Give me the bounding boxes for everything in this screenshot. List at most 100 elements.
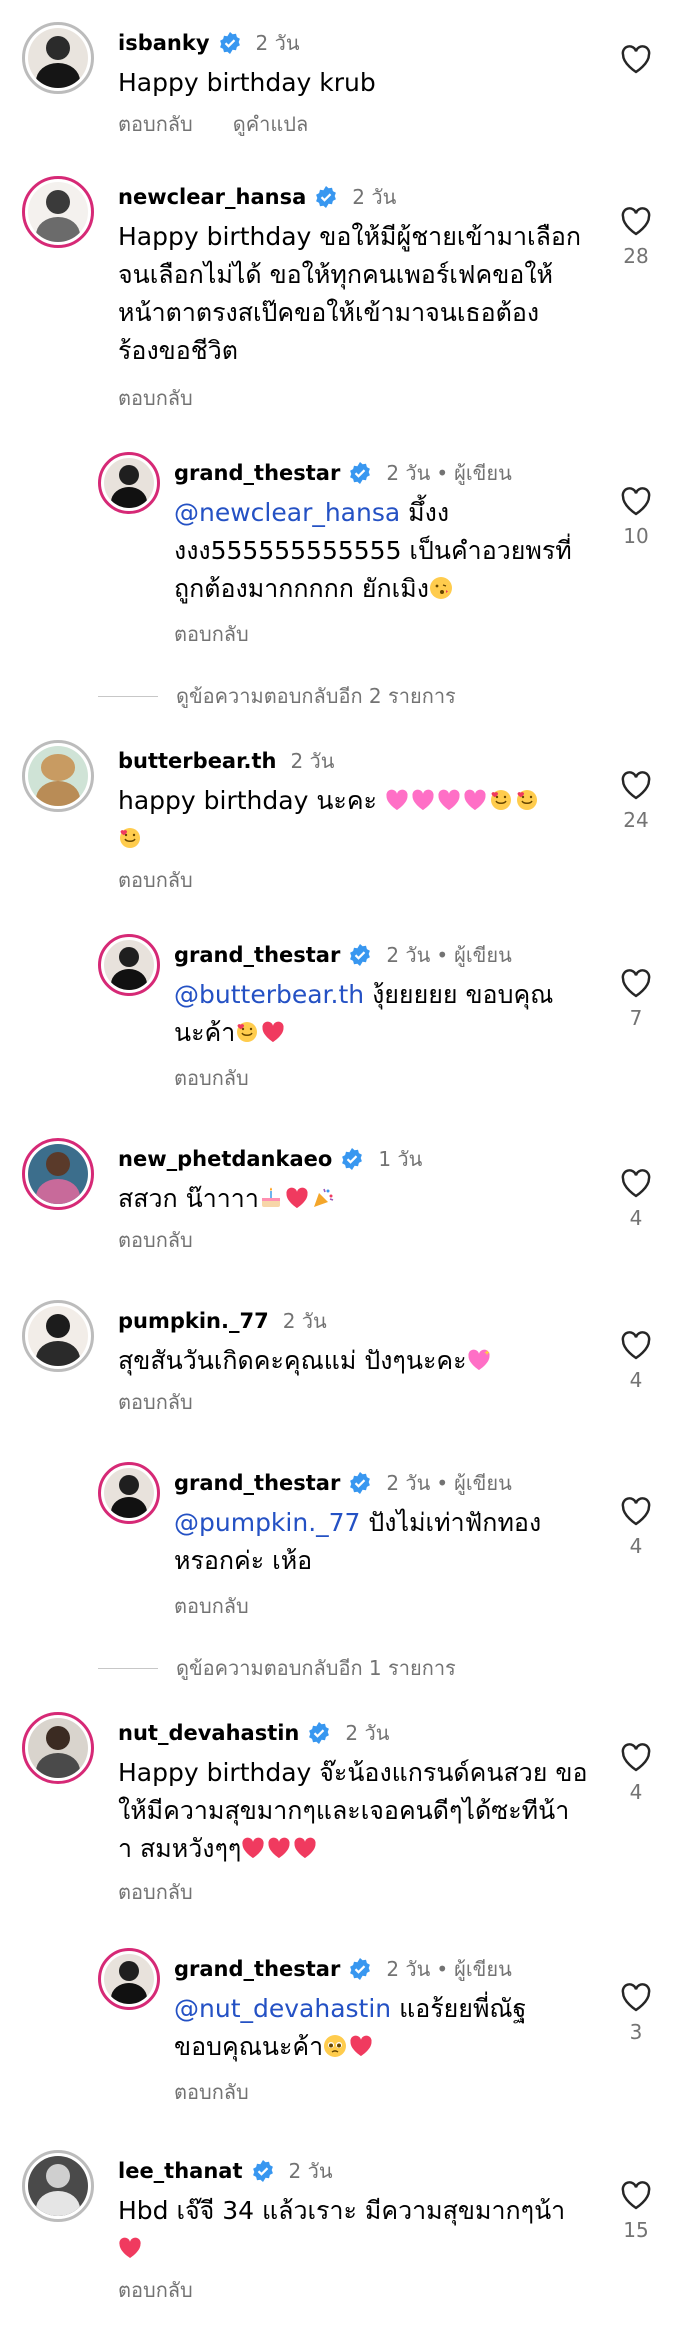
like-button[interactable]: 7 (616, 968, 656, 1030)
like-button[interactable]: 10 (616, 486, 656, 548)
comment-time: 2 วัน (345, 1721, 390, 1745)
reply-comment: grand_thestar 2 วัน • ผู้เขียน @butterbe… (0, 934, 696, 1094)
mention-link[interactable]: @nut_devahastin (174, 1994, 391, 2023)
like-button[interactable]: 3 (616, 1982, 656, 2044)
avatar[interactable] (98, 1462, 160, 1524)
heart-outline-icon (621, 1331, 651, 1360)
mention-link[interactable]: @newclear_hansa (174, 498, 400, 527)
pink-heart-emoji (438, 789, 460, 810)
like-button[interactable]: 4 (616, 1496, 656, 1558)
verified-badge-icon (316, 186, 337, 208)
heart-outline-icon (621, 2181, 651, 2210)
comment-time: 2 วัน (290, 749, 335, 773)
comment-time: 2 วัน (352, 185, 397, 209)
view-more-replies-button[interactable]: ดูข้อความตอบกลับอีก 1 รายการ (98, 1652, 456, 1684)
reply-comment: grand_thestar 2 วัน • ผู้เขียน @newclear… (0, 452, 696, 652)
comment-text: Happy birthday จ๊ะน้องแกรนด์คนสวย ขอ ให้… (118, 1758, 588, 1863)
view-more-replies-button[interactable]: ดูข้อความตอบกลับอีก 2 รายการ (98, 680, 456, 712)
like-count: 28 (623, 244, 649, 268)
reply-button[interactable]: ตอบกลับ (174, 622, 249, 646)
pink-heart-emoji (464, 789, 486, 810)
red-heart-emoji (119, 2237, 141, 2258)
username[interactable]: grand_thestar (174, 1957, 340, 1981)
comment-time: 2 วัน (386, 1957, 431, 1981)
comment-text: Happy birthday krub (118, 68, 376, 97)
reply-button[interactable]: ตอบกลับ (118, 386, 193, 410)
like-button[interactable]: 4 (616, 1168, 656, 1230)
username[interactable]: nut_devahastin (118, 1721, 299, 1745)
username[interactable]: new_phetdankaeo (118, 1147, 332, 1171)
mention-link[interactable]: @butterbear.th (174, 980, 364, 1009)
smiling-face-with-hearts-emoji (516, 790, 537, 810)
smiling-face-with-hearts-emoji (490, 790, 511, 810)
comment: lee_thanat 2 วัน Hbd เจ๊จี 34 แล้วเราะ ม… (0, 2150, 696, 2320)
divider (98, 695, 158, 697)
like-button[interactable]: 4 (616, 1330, 656, 1392)
reply-button[interactable]: ตอบกลับ (118, 2278, 193, 2302)
party-popper-emoji (313, 1188, 334, 1207)
like-button[interactable]: 28 (616, 206, 656, 268)
reply-comment: grand_thestar 2 วัน • ผู้เขียน @pumpkin.… (0, 1462, 696, 1622)
comment-time: 2 วัน (386, 461, 431, 485)
red-heart-emoji (294, 1837, 316, 1858)
username[interactable]: pumpkin._77 (118, 1309, 269, 1333)
reply-button[interactable]: ตอบกลับ (118, 1228, 193, 1252)
avatar[interactable] (22, 1138, 94, 1210)
like-button[interactable]: 24 (616, 770, 656, 832)
reply-button[interactable]: ตอบกลับ (118, 1880, 193, 1904)
username[interactable]: isbanky (118, 31, 210, 55)
red-heart-emoji (242, 1837, 264, 1858)
comment-time: 2 วัน (255, 31, 300, 55)
avatar[interactable] (22, 740, 94, 812)
username[interactable]: grand_thestar (174, 461, 340, 485)
avatar[interactable] (98, 452, 160, 514)
author-label: ผู้เขียน (454, 1957, 512, 1981)
username[interactable]: lee_thanat (118, 2159, 243, 2183)
comment: isbanky 2 วัน Happy birthday krub ตอบกลั… (0, 22, 696, 142)
like-button[interactable]: 4 (616, 1742, 656, 1804)
red-heart-emoji (262, 1021, 284, 1042)
avatar[interactable] (22, 1300, 94, 1372)
reply-button[interactable]: ตอบกลับ (174, 2080, 249, 2104)
avatar[interactable] (98, 1948, 160, 2010)
reply-button[interactable]: ตอบกลับ (118, 868, 193, 892)
comment-time: 2 วัน (386, 1471, 431, 1495)
red-heart-emoji (286, 1187, 308, 1208)
mention-link[interactable]: @pumpkin._77 (174, 1508, 360, 1537)
avatar[interactable] (22, 1712, 94, 1784)
comment-text: @butterbear.th งุ้ยยยยย ขอบคุณ นะค้า (174, 980, 554, 1047)
smiling-face-with-hearts-emoji (120, 828, 140, 848)
comment-text: happy birthday นะคะ (118, 782, 541, 858)
comment-time: 2 วัน (386, 943, 431, 967)
comment-text: @nut_devahastin แอร้ยยพี่ณัฐ ขอบคุณนะค้า (174, 1994, 527, 2061)
heart-outline-icon (621, 1743, 651, 1772)
verified-badge-icon (350, 1958, 371, 1980)
avatar[interactable] (22, 2150, 94, 2222)
comment: butterbear.th 2 วัน happy birthday นะคะ … (0, 740, 696, 900)
username[interactable]: newclear_hansa (118, 185, 306, 209)
avatar[interactable] (98, 934, 160, 996)
username[interactable]: grand_thestar (174, 943, 340, 967)
comments-screen: isbanky 2 วัน Happy birthday krub ตอบกลั… (0, 0, 696, 2348)
red-heart-emoji (350, 2035, 372, 2056)
sparkling-heart-emoji (467, 1349, 490, 1370)
comment-time: 2 วัน (282, 1309, 327, 1333)
username[interactable]: grand_thestar (174, 1471, 340, 1495)
reply-button[interactable]: ตอบกลับ (174, 1594, 249, 1618)
birthday-cake-emoji (261, 1187, 280, 1207)
like-button[interactable]: 15 (616, 2180, 656, 2242)
comment-text: Hbd เจ๊จี 34 แล้วเราะ มีความสุขมากๆน้า (118, 2192, 565, 2268)
see-translation-button[interactable]: ดูคำแปล (233, 112, 308, 136)
reply-button[interactable]: ตอบกลับ (118, 112, 193, 136)
author-label: ผู้เขียน (454, 943, 512, 967)
comment-time: 1 วัน (378, 1147, 423, 1171)
reply-button[interactable]: ตอบกลับ (118, 1390, 193, 1414)
reply-button[interactable]: ตอบกลับ (174, 1066, 249, 1090)
pleading-face-emoji (324, 2035, 347, 2057)
avatar[interactable] (22, 176, 94, 248)
author-label: ผู้เขียน (454, 1471, 512, 1495)
username[interactable]: butterbear.th (118, 749, 276, 773)
like-count: 3 (629, 2020, 643, 2044)
avatar[interactable] (22, 22, 94, 94)
like-button[interactable] (616, 44, 656, 74)
